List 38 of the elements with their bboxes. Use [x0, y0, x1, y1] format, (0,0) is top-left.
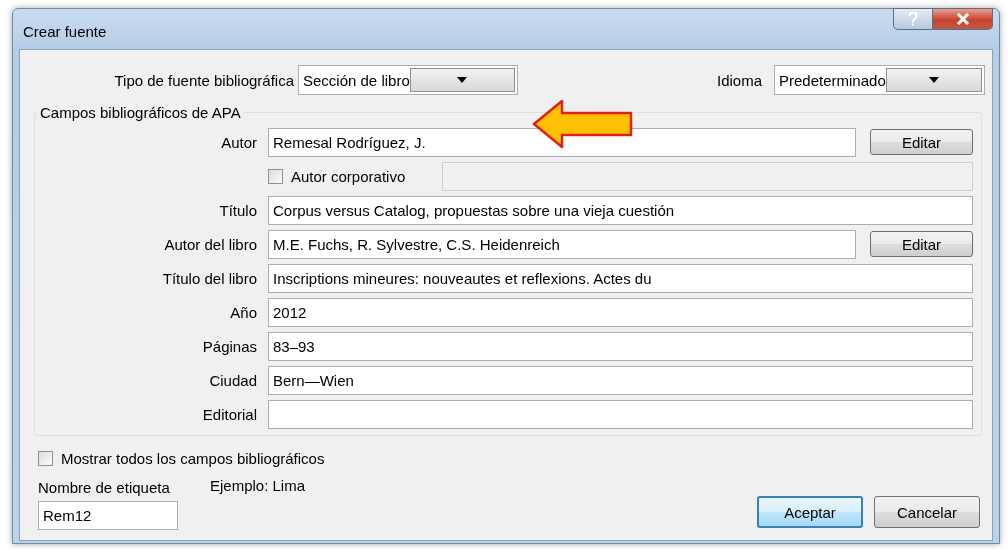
edit-button[interactable]: Editar — [870, 129, 973, 155]
text-field[interactable] — [268, 399, 973, 429]
field-label: Ciudad — [208, 371, 257, 389]
close-icon — [955, 13, 970, 25]
text-field[interactable]: Remesal Rodríguez, J. — [268, 127, 856, 157]
field-label: Título — [218, 201, 257, 219]
field-label: Tipo de fuente bibliográfica — [113, 71, 294, 89]
text-field[interactable]: 83–93 — [268, 331, 973, 361]
caret-icon — [928, 77, 939, 83]
checkbox-label: Mostrar todos los campos bibliográficos — [61, 450, 325, 467]
field-label: Nombre de etiqueta — [38, 479, 171, 496]
window-title: Crear fuente — [23, 23, 107, 40]
field-label: Idioma — [716, 71, 762, 89]
dialog-button[interactable]: Aceptar — [757, 496, 863, 528]
close-button[interactable] — [933, 8, 993, 30]
edit-button[interactable]: Editar — [870, 231, 973, 257]
text-field[interactable]: Corpus versus Catalog, propuestas sobre una vieja cuestión — [268, 195, 973, 225]
dialog-button[interactable]: Cancelar — [874, 496, 980, 528]
text-field[interactable]: 2012 — [268, 297, 973, 327]
text-field[interactable]: Inscriptions mineures: nouveautes et reflexions. Actes du — [268, 263, 973, 293]
tag-name-field[interactable]: Rem12 — [38, 501, 178, 530]
field-label: Autor — [220, 133, 257, 151]
checkbox[interactable] — [38, 451, 53, 466]
checkbox-label: Autor corporativo — [291, 167, 406, 185]
text-field[interactable]: Bern—Wien — [268, 365, 973, 395]
field-label: Páginas — [201, 337, 257, 355]
text-field[interactable]: M.E. Fuchs, R. Sylvestre, C.S. Heidenreich — [268, 229, 856, 259]
help-icon — [908, 12, 918, 26]
example-text: Ejemplo: Lima — [210, 477, 306, 494]
group-title: Campos bibliográficos de APA — [39, 104, 242, 121]
field-label: Título del libro — [161, 269, 257, 287]
field-label: Año — [229, 303, 257, 321]
language-dropdown[interactable]: Predeterminado — [774, 65, 985, 95]
field-label: Autor del libro — [163, 235, 257, 253]
field-label: Editorial — [201, 405, 257, 423]
help-button[interactable] — [893, 8, 933, 30]
source-type-dropdown[interactable]: Sección de libro — [298, 65, 518, 95]
caret-icon — [457, 77, 468, 83]
